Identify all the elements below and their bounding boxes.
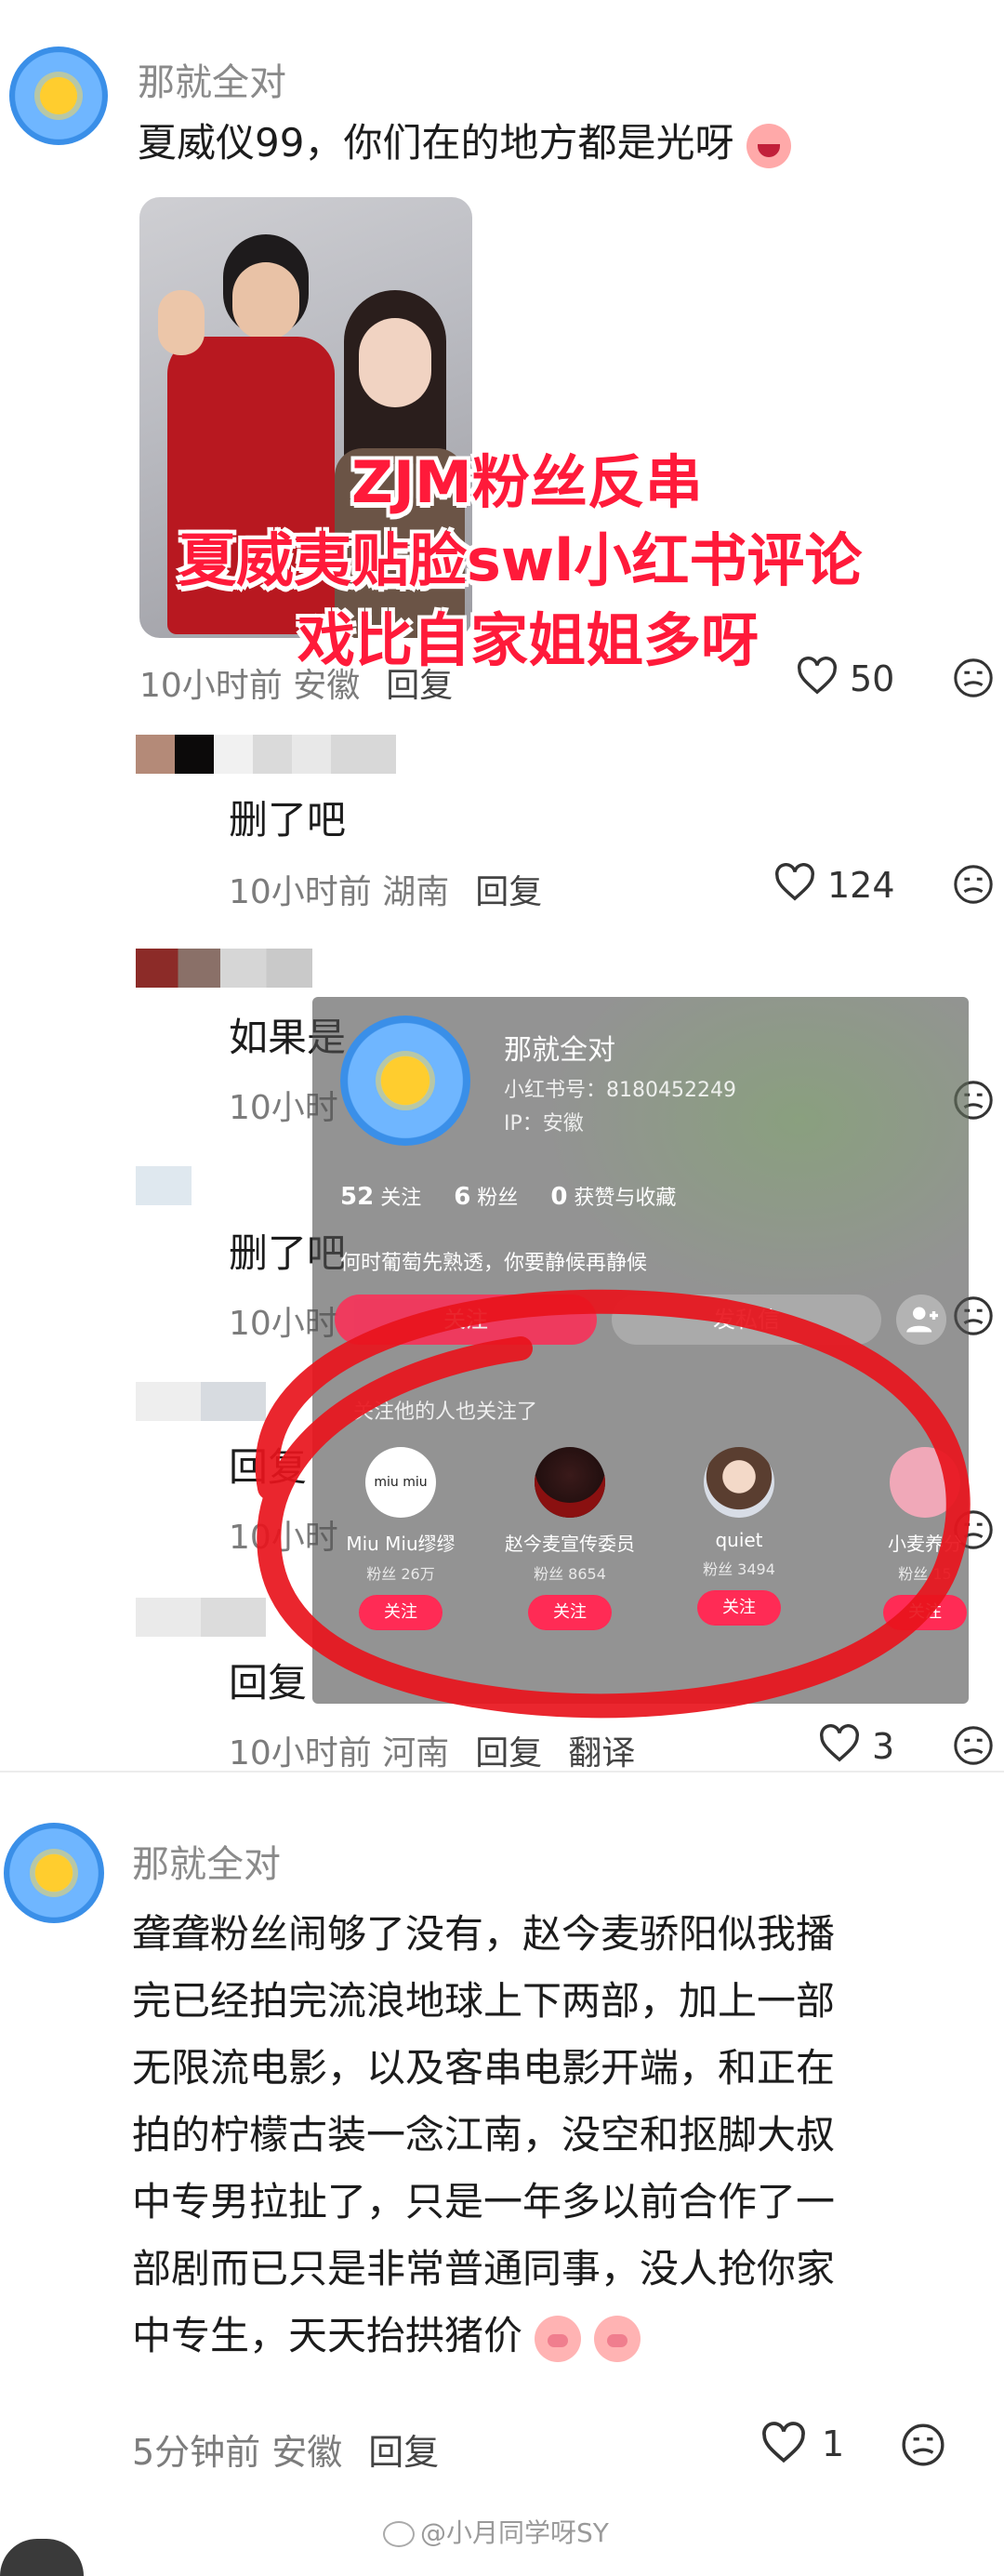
comment-meta: 5分钟前 安徽 回复 [132,2432,440,2473]
reply-button[interactable]: 回复 [368,2432,439,2473]
like-heart-icon[interactable] [760,2422,807,2464]
weibo-icon [383,2521,415,2547]
dislike-face-icon[interactable] [900,2422,946,2468]
pig-emoji-icon [535,2315,582,2362]
comment-text: 聋聋粉丝闹够了没有，赵今麦骄阳似我播 完已经拍完流浪地球上下两部，加上一部 无限… [132,1901,835,2370]
like-count: 1 [822,2423,845,2464]
comment-divider [0,1771,1004,1773]
pig-emoji-icon [593,2315,641,2362]
user-avatar[interactable] [4,1823,104,1923]
comment-username[interactable]: 那就全对 [132,1834,281,1888]
watermark: @小月同学呀SY [383,2513,609,2550]
